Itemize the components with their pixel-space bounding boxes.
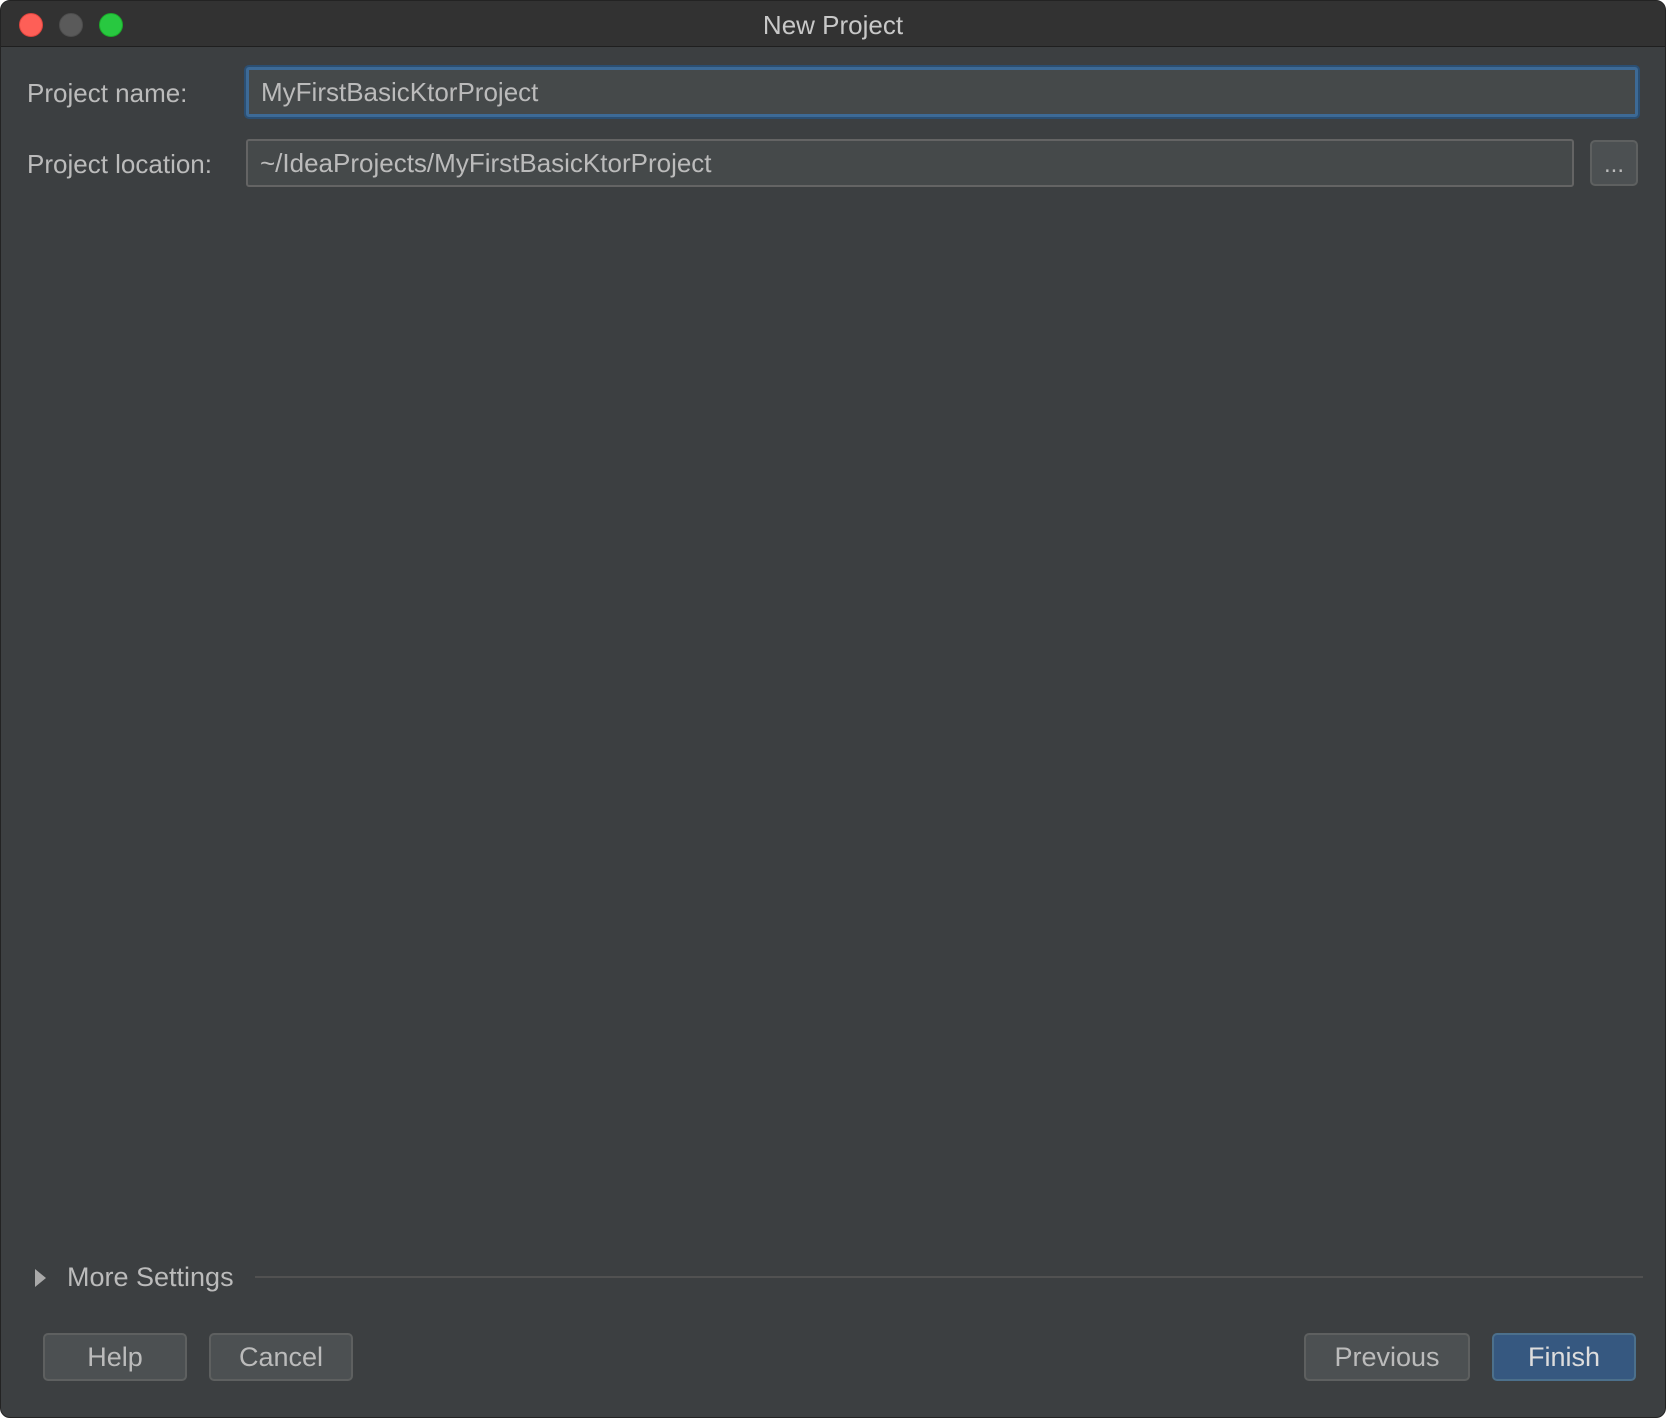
project-location-value: ~/IdeaProjects/MyFirstBasicKtorProject	[260, 148, 712, 178]
new-project-dialog: New Project Project name: MyFirstBasicKt…	[0, 0, 1666, 1418]
title-bar: New Project	[1, 1, 1665, 47]
project-name-label: Project name:	[27, 78, 188, 108]
more-settings-label: More Settings	[67, 1262, 234, 1292]
project-name-value: MyFirstBasicKtorProject	[261, 77, 539, 107]
cancel-button[interactable]: Cancel	[209, 1333, 353, 1381]
project-location-input[interactable]: ~/IdeaProjects/MyFirstBasicKtorProject	[246, 139, 1574, 187]
more-settings-separator	[255, 1276, 1643, 1278]
project-location-label: Project location:	[27, 149, 212, 179]
help-button[interactable]: Help	[43, 1333, 187, 1381]
window-title: New Project	[762, 10, 904, 40]
project-name-input[interactable]: MyFirstBasicKtorProject	[246, 67, 1638, 117]
chevron-right-icon	[35, 1269, 46, 1287]
previous-button[interactable]: Previous	[1304, 1333, 1470, 1381]
finish-button[interactable]: Finish	[1492, 1333, 1636, 1381]
browse-location-button[interactable]: ...	[1590, 140, 1638, 186]
